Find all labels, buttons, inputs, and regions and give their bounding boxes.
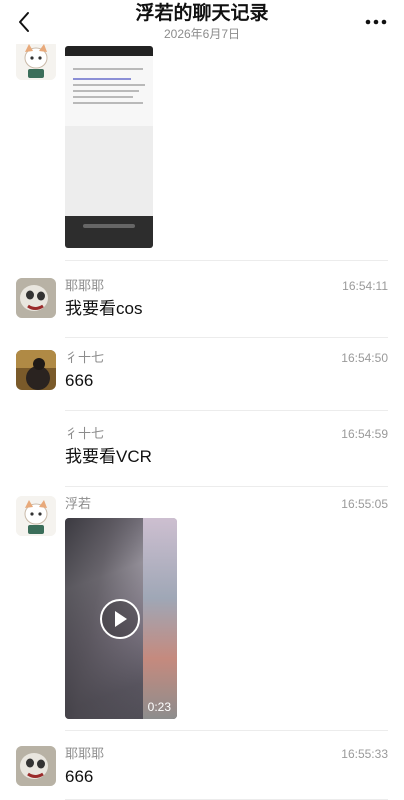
skull-avatar	[16, 278, 56, 318]
sender-name: 彳十七	[65, 350, 105, 365]
divider	[65, 410, 388, 411]
fox-avatar	[16, 44, 56, 80]
more-button[interactable]	[362, 8, 390, 36]
chat-record-list[interactable]: 耶耶耶 16:54:11 我要看cos 彳十七 16:54:50 666 彳十七	[0, 44, 404, 800]
divider	[65, 730, 388, 731]
message-text: 我要看cos	[65, 299, 143, 318]
message-time: 16:54:50	[341, 351, 388, 365]
chat-history-page: 浮若的聊天记录 2026年6月7日 耶耶耶 16:54:11 我要看cos 彳十…	[0, 0, 404, 800]
message-video: 浮若 16:55:05 0:23	[0, 496, 404, 736]
message-item: 彳十七 16:54:59 我要看VCR	[0, 424, 404, 494]
message-text: 我要看VCR	[65, 447, 152, 466]
page-date: 2026年6月7日	[163, 27, 241, 41]
back-button[interactable]	[8, 6, 40, 38]
divider	[65, 337, 388, 338]
skull-avatar	[16, 746, 56, 786]
sender-name: 彳十七	[65, 426, 105, 441]
video-thumbnail[interactable]: 0:23	[65, 518, 177, 719]
message-item: 耶耶耶 16:55:33 666	[0, 744, 404, 800]
message-time: 16:54:11	[342, 279, 388, 293]
skull-avatar-icon	[16, 746, 56, 786]
video-duration: 0:23	[147, 700, 171, 714]
message-time: 16:55:05	[341, 497, 388, 511]
message-time: 16:54:59	[341, 427, 388, 441]
skull-avatar-icon	[16, 278, 56, 318]
message-item: 耶耶耶 16:54:11 我要看cos	[0, 276, 404, 348]
fox-avatar	[16, 496, 56, 536]
sender-name: 耶耶耶	[65, 278, 105, 293]
title-block: 浮若的聊天记录 2026年6月7日	[80, 2, 324, 42]
divider	[65, 260, 388, 261]
message-text: 666	[65, 767, 94, 786]
page-title: 浮若的聊天记录	[135, 3, 269, 24]
play-icon[interactable]	[100, 599, 140, 639]
message-image	[0, 44, 404, 261]
shared-screenshot-image[interactable]	[65, 46, 153, 248]
top-bar: 浮若的聊天记录 2026年6月7日	[0, 0, 404, 44]
message-time: 16:55:33	[341, 747, 388, 761]
chevron-left-icon	[19, 12, 29, 32]
fox-avatar-icon	[16, 44, 56, 80]
dark-photo-avatar-icon	[16, 350, 56, 390]
sender-name: 浮若	[65, 496, 92, 511]
divider	[65, 486, 388, 487]
more-dots-icon	[365, 19, 387, 25]
sender-name: 耶耶耶	[65, 746, 105, 761]
dark-photo-avatar	[16, 350, 56, 390]
message-item: 彳十七 16:54:50 666	[0, 350, 404, 422]
message-text: 666	[65, 371, 94, 390]
fox-avatar-icon	[16, 496, 56, 536]
